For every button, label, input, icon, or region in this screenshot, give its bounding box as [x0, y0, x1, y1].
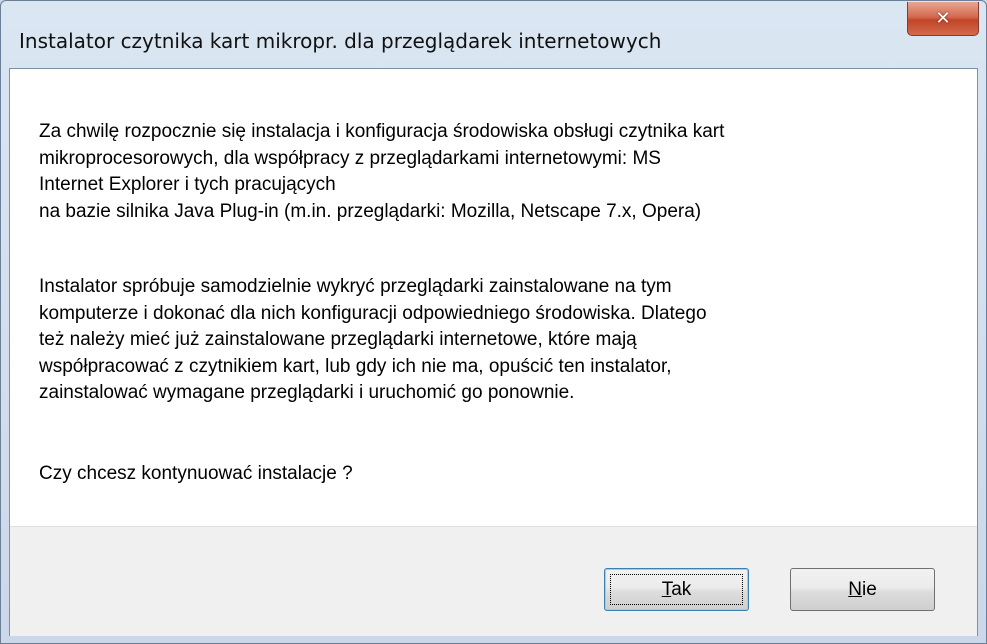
- yes-button[interactable]: Tak: [604, 568, 749, 611]
- title-bar[interactable]: Instalator czytnika kart mikropr. dla pr…: [1, 1, 986, 61]
- confirmation-question: Czy chcesz kontynuować instalacje ?: [39, 463, 353, 484]
- message-paragraph-1: Za chwilę rozpocznie się instalacja i ko…: [39, 121, 725, 222]
- yes-accelerator: T: [661, 578, 672, 600]
- dialog-client-area: Za chwilę rozpocznie się instalacja i ko…: [9, 68, 978, 636]
- no-button-label: Nie: [848, 579, 877, 601]
- close-icon: ✕: [935, 7, 951, 29]
- close-button[interactable]: ✕: [907, 2, 979, 36]
- yes-label-rest: ak: [671, 578, 692, 600]
- no-button[interactable]: Nie: [790, 568, 935, 611]
- no-accelerator: N: [848, 578, 862, 600]
- button-bar: Tak Nie: [10, 526, 977, 636]
- dialog-window: Instalator czytnika kart mikropr. dla pr…: [0, 0, 987, 644]
- window-title: Instalator czytnika kart mikropr. dla pr…: [19, 29, 662, 53]
- yes-button-label: Tak: [662, 579, 692, 601]
- no-label-rest: ie: [861, 578, 877, 600]
- message-paragraph-2: Instalator spróbuje samodzielnie wykryć …: [39, 276, 707, 403]
